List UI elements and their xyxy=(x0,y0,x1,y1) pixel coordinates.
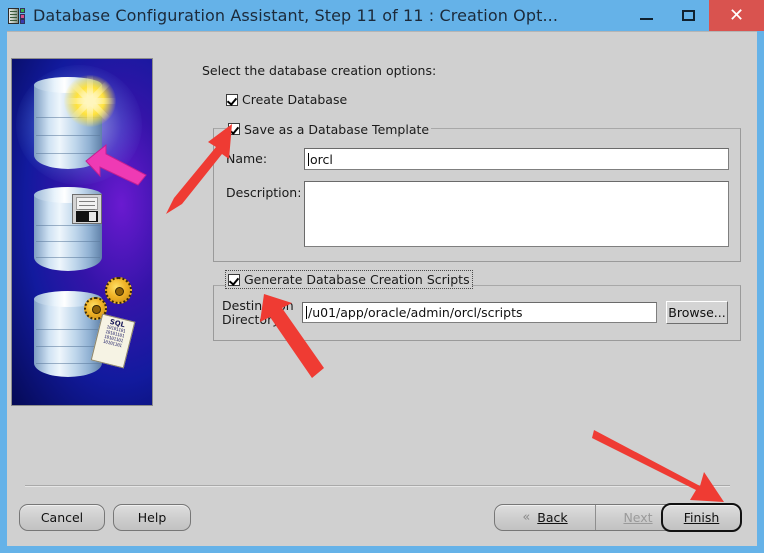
finish-button-label: Finish xyxy=(683,510,720,525)
minimize-icon xyxy=(639,17,653,20)
oracle-database-creation-banner: SQL 10101101 10101101 10101101 10101101 xyxy=(11,58,153,406)
create-database-checkbox[interactable] xyxy=(226,93,238,106)
destination-caret xyxy=(306,306,307,319)
minimize-button[interactable] xyxy=(625,0,667,31)
destination-directory-input[interactable]: /u01/app/oracle/admin/orcl/scripts xyxy=(302,302,657,323)
create-database-checkbox-row[interactable]: Create Database xyxy=(226,92,347,107)
back-button[interactable]: « Back xyxy=(495,505,596,530)
window-controls: ✕ xyxy=(625,0,764,31)
window-title: Database Configuration Assistant, Step 1… xyxy=(33,6,559,25)
database-chip-icon xyxy=(7,6,27,26)
template-description-input[interactable] xyxy=(304,181,729,247)
generate-scripts-checkbox-row[interactable]: Generate Database Creation Scripts xyxy=(225,270,473,289)
destination-directory-label: Destination Directory: xyxy=(222,299,294,327)
generate-scripts-checkbox[interactable] xyxy=(228,273,240,286)
destination-directory-value: /u01/app/oracle/admin/orcl/scripts xyxy=(308,305,523,320)
close-button[interactable]: ✕ xyxy=(709,0,764,31)
floppy-disk-icon xyxy=(72,194,102,224)
maximize-icon xyxy=(681,10,695,21)
browse-button[interactable]: Browse... xyxy=(666,301,728,324)
finish-button[interactable]: Finish xyxy=(661,503,742,532)
close-icon: ✕ xyxy=(728,4,745,26)
help-button[interactable]: Help xyxy=(113,504,191,531)
destination-directory-label-line1: Destination xyxy=(222,298,294,313)
template-name-input[interactable]: orcl xyxy=(304,148,729,170)
template-name-label: Name: xyxy=(226,151,268,166)
save-template-label: Save as a Database Template xyxy=(244,121,430,137)
back-button-label: Back xyxy=(537,510,568,525)
page-instruction: Select the database creation options: xyxy=(202,63,437,78)
magenta-arrow-icon xyxy=(85,143,147,186)
dbca-window: Database Configuration Assistant, Step 1… xyxy=(0,0,764,553)
save-template-checkbox[interactable] xyxy=(228,123,240,135)
template-name-value: orcl xyxy=(310,151,333,167)
create-database-label: Create Database xyxy=(242,92,348,107)
next-button-label: Next xyxy=(623,510,653,525)
destination-directory-label-line2: Directory: xyxy=(222,312,283,327)
title-bar: Database Configuration Assistant, Step 1… xyxy=(0,0,764,31)
chevron-left-icon: « xyxy=(522,510,531,525)
template-description-label: Description: xyxy=(226,185,302,200)
cancel-button[interactable]: Cancel xyxy=(19,504,105,531)
gear-icon-large xyxy=(105,277,132,304)
save-template-checkbox-row[interactable]: Save as a Database Template xyxy=(226,121,432,137)
text-caret xyxy=(308,152,309,166)
footer-separator xyxy=(25,485,730,487)
maximize-button[interactable] xyxy=(667,0,709,31)
generate-scripts-label: Generate Database Creation Scripts xyxy=(244,272,470,287)
